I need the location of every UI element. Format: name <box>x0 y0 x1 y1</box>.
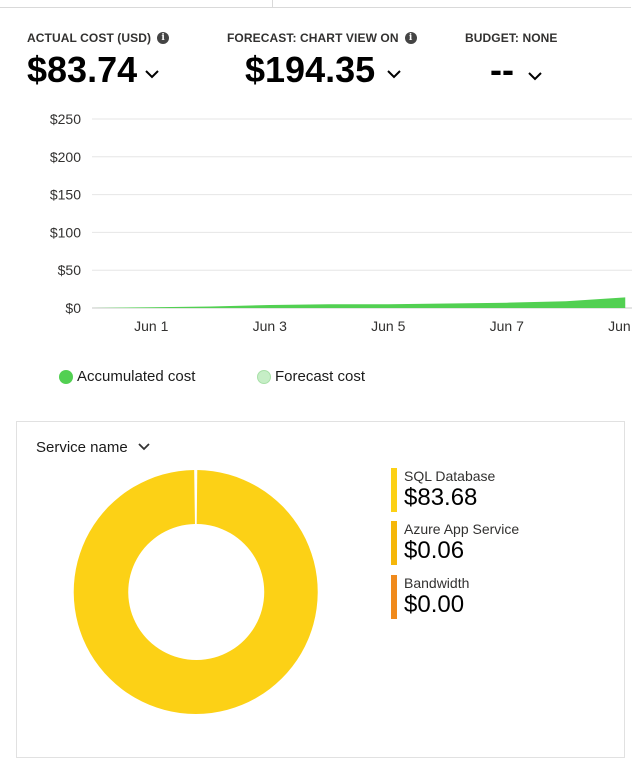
chevron-down-icon <box>138 438 150 455</box>
service-name-dropdown[interactable]: Service name <box>36 438 150 457</box>
budget-metric: BUDGET: NONE -- <box>465 30 558 90</box>
y-tick-label: $250 <box>50 111 81 127</box>
forecast-label: FORECAST: CHART VIEW ON <box>227 31 399 45</box>
y-tick-label: $0 <box>65 300 81 316</box>
chevron-down-icon <box>387 66 401 84</box>
y-tick-label: $100 <box>50 224 81 240</box>
tab[interactable] <box>273 0 631 8</box>
accumulated-legend-swatch <box>59 369 73 384</box>
service-amount: $0.06 <box>404 537 465 564</box>
forecast-metric: FORECAST: CHART VIEW ON i $194.35 <box>227 30 417 90</box>
service-label: SQL Database <box>404 468 496 484</box>
y-tick-label: $150 <box>50 187 81 203</box>
budget-dropdown[interactable]: -- <box>490 50 558 90</box>
x-tick-label: Jun 5 <box>371 318 405 334</box>
donut-slice[interactable] <box>73 470 318 715</box>
y-tick-label: $200 <box>50 149 81 165</box>
bandwidth-swatch <box>391 575 397 619</box>
budget-label: BUDGET: NONE <box>465 31 558 45</box>
actual-cost-metric: ACTUAL COST (USD) i $83.74 <box>27 30 170 90</box>
tab-strip <box>0 0 632 8</box>
actual-cost-dropdown[interactable]: $83.74 <box>27 50 169 90</box>
service-amount: $0.00 <box>404 591 465 618</box>
info-icon[interactable]: i <box>404 32 417 44</box>
chevron-down-icon <box>145 66 159 84</box>
info-icon[interactable]: i <box>157 32 170 44</box>
legend-label: Accumulated cost <box>77 368 196 385</box>
forecast-legend-swatch <box>257 369 271 384</box>
x-tick-label: Jun 7 <box>490 318 524 334</box>
service-label: Azure App Service <box>404 521 520 537</box>
app-service-swatch <box>391 521 397 565</box>
x-tick-label: Jun 1 <box>134 318 168 334</box>
legend-label: Forecast cost <box>275 368 366 385</box>
accumulated-cost-area[interactable] <box>92 297 626 308</box>
chevron-down-icon <box>528 68 542 86</box>
forecast-dropdown[interactable]: $194.35 <box>245 50 417 90</box>
x-tick-label: Jun 9 <box>608 318 632 334</box>
actual-cost-label: ACTUAL COST (USD) <box>27 31 152 45</box>
legend-forecast-cost[interactable]: Forecast cost <box>257 368 365 385</box>
service-label: Bandwidth <box>404 575 470 591</box>
actual-cost-value: $83.74 <box>27 49 138 90</box>
cost-area-chart[interactable]: $0 $50 $100 $150 $200 $250 Jun 1 Jun 3 Jun 5 Jun … <box>0 105 632 345</box>
budget-value: -- <box>490 49 514 90</box>
sql-database-swatch <box>391 468 397 512</box>
tab[interactable] <box>0 0 273 8</box>
service-breakdown-panel: Service name SQL Database $83.68 Azure A… <box>16 421 625 758</box>
service-name-label: Service name <box>36 439 128 456</box>
y-tick-label: $50 <box>58 262 82 278</box>
service-amount: $83.68 <box>404 484 478 511</box>
x-tick-label: Jun 3 <box>253 318 287 334</box>
legend-accumulated-cost[interactable]: Accumulated cost <box>59 368 195 385</box>
service-donut-chart[interactable] <box>72 468 320 716</box>
forecast-value: $194.35 <box>245 49 376 90</box>
